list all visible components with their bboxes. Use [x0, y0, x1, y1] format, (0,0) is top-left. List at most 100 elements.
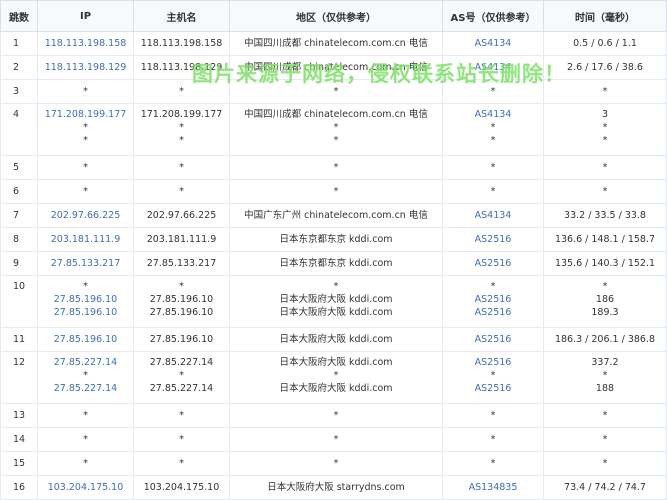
region-value: *: [333, 162, 339, 173]
as-link[interactable]: AS2516: [443, 257, 543, 270]
region-value: *: [333, 122, 339, 133]
time-cell: *: [543, 451, 667, 476]
ip-value: *: [83, 186, 88, 197]
header-as: AS号（仅供参考）: [442, 0, 544, 32]
host-value: 203.181.111.9: [146, 234, 217, 245]
region-cell: 中国四川成都 chinatelecom.com.cn 电信: [229, 55, 443, 80]
as-link[interactable]: AS2516: [443, 333, 543, 346]
time-cell: 3 * *: [543, 103, 667, 156]
as-link[interactable]: AS4134: [443, 37, 543, 50]
time-cell: 186.3 / 206.1 / 386.8: [543, 327, 667, 352]
ip-link[interactable]: 171.208.199.177: [38, 108, 133, 121]
host-value: *: [179, 135, 184, 146]
table-body: 1 118.113.198.158 118.113.198.158 中国四川成都 ch…: [0, 31, 667, 500]
time-value: 33.2 / 33.5 / 33.8: [564, 210, 646, 221]
region-value: 中国广东广州 chinatelecom.com.cn 电信: [244, 210, 428, 221]
as-value: *: [490, 281, 496, 292]
ip-cell: 171.208.199.177 * *: [37, 103, 134, 156]
as-cell: AS4134: [442, 31, 544, 56]
as-link[interactable]: AS4134: [443, 108, 543, 121]
as-cell: AS4134: [442, 55, 544, 80]
hop-number-cell: 15: [0, 451, 38, 476]
host-value: 27.85.227.14: [149, 383, 214, 394]
as-cell: AS2516 * AS2516: [442, 351, 544, 404]
ip-cell: *: [37, 427, 134, 452]
hop-number-cell: 12: [0, 351, 38, 404]
table-row: 2 118.113.198.129 118.113.198.129 中国四川成都 ch…: [0, 55, 667, 80]
ip-link[interactable]: 118.113.198.158: [38, 37, 133, 50]
as-cell: AS2516: [442, 227, 544, 252]
ip-cell: *: [37, 403, 134, 428]
host-cell: *: [133, 155, 230, 180]
host-value: *: [179, 434, 184, 445]
header-region: 地区（仅供参考）: [229, 0, 443, 32]
ip-value: *: [83, 135, 88, 146]
ip-value: *: [83, 162, 88, 173]
ip-cell: *: [37, 155, 134, 180]
ip-cell: 27.85.227.14 * 27.85.227.14: [37, 351, 134, 404]
traceroute-table: 跳数 IP 主机名 地区（仅供参考） AS号（仅供参考） 时间（毫秒） 1 118…: [0, 0, 667, 500]
as-link[interactable]: AS2516: [443, 233, 543, 246]
ip-link[interactable]: 27.85.196.10: [38, 293, 133, 306]
table-row: 12 27.85.227.14 * 27.85.227.14 27.85.227.14 *…: [0, 351, 667, 404]
ip-link[interactable]: 118.113.198.129: [38, 61, 133, 74]
region-value: *: [333, 410, 339, 421]
as-link[interactable]: AS2516: [443, 382, 543, 395]
host-cell: 27.85.196.10: [133, 327, 230, 352]
hop-number-cell: 9: [0, 251, 38, 276]
region-cell: 日本东京都东京 kddi.com: [229, 227, 443, 252]
host-cell: *: [133, 403, 230, 428]
host-value: 27.85.196.10: [149, 294, 214, 305]
table-row: 1 118.113.198.158 118.113.198.158 中国四川成都 ch…: [0, 31, 667, 56]
ip-link[interactable]: 203.181.111.9: [38, 233, 133, 246]
as-link[interactable]: AS4134: [443, 209, 543, 222]
region-value: 日本东京都东京 kddi.com: [279, 258, 393, 269]
ip-value: *: [83, 86, 88, 97]
ip-cell: 27.85.133.217: [37, 251, 134, 276]
table-row: 3 * * * * *: [0, 79, 667, 104]
ip-link[interactable]: 27.85.227.14: [38, 356, 133, 369]
ip-link[interactable]: 27.85.133.217: [38, 257, 133, 270]
table-row: 10 * 27.85.196.10 27.85.196.10 * 27.85.196.10…: [0, 275, 667, 328]
table-header-row: 跳数 IP 主机名 地区（仅供参考） AS号（仅供参考） 时间（毫秒）: [0, 0, 667, 32]
ip-link[interactable]: 202.97.66.225: [38, 209, 133, 222]
time-cell: *: [543, 403, 667, 428]
as-link[interactable]: AS4134: [443, 61, 543, 74]
ip-link[interactable]: 27.85.227.14: [38, 382, 133, 395]
region-value: 日本大阪府大阪 kddi.com: [279, 383, 393, 394]
as-value: *: [490, 122, 496, 133]
host-value: *: [179, 281, 184, 292]
ip-value: *: [83, 281, 88, 292]
hop-number-cell: 8: [0, 227, 38, 252]
time-cell: *: [543, 179, 667, 204]
as-link[interactable]: AS2516: [443, 306, 543, 319]
host-value: *: [179, 186, 184, 197]
table-row: 5 * * * * *: [0, 155, 667, 180]
time-cell: 2.6 / 17.6 / 38.6: [543, 55, 667, 80]
hop-number-cell: 14: [0, 427, 38, 452]
host-value: 27.85.196.10: [149, 307, 214, 318]
host-value: *: [179, 122, 184, 133]
host-cell: 118.113.198.158: [133, 31, 230, 56]
header-time: 时间（毫秒）: [543, 0, 667, 32]
as-cell: *: [442, 403, 544, 428]
time-value: 189.3: [591, 307, 619, 318]
time-value: *: [602, 458, 608, 469]
region-value: *: [333, 434, 339, 445]
hop-number-cell: 6: [0, 179, 38, 204]
hop-number-cell: 3: [0, 79, 38, 104]
ip-link[interactable]: 27.85.196.10: [38, 306, 133, 319]
region-cell: 日本大阪府大阪 starrydns.com: [229, 475, 443, 500]
time-value: *: [602, 281, 608, 292]
as-link[interactable]: AS2516: [443, 293, 543, 306]
ip-link[interactable]: 27.85.196.10: [38, 333, 133, 346]
as-link[interactable]: AS2516: [443, 356, 543, 369]
region-cell: 中国广东广州 chinatelecom.com.cn 电信: [229, 203, 443, 228]
host-value: 27.85.196.10: [149, 334, 214, 345]
as-value: *: [490, 370, 496, 381]
ip-link[interactable]: 103.204.175.10: [38, 481, 133, 494]
host-cell: *: [133, 427, 230, 452]
host-value: *: [179, 162, 184, 173]
host-cell: 202.97.66.225: [133, 203, 230, 228]
as-link[interactable]: AS134835: [443, 481, 543, 494]
